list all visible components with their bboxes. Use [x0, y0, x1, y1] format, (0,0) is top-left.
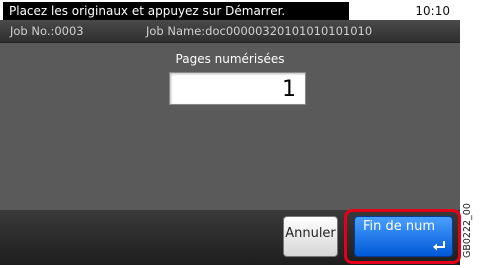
figure-id: GB0222_00	[462, 203, 473, 258]
job-info-bar: Job No.:0003 Job Name:doc000003201010101…	[0, 20, 460, 43]
job-name: Job Name:doc00000320101010101010	[146, 24, 373, 38]
pages-scanned-counter: 1	[169, 72, 306, 105]
status-message: Placez les originaux et appuyez sur Déma…	[3, 2, 349, 20]
cancel-button-label: Annuler	[285, 226, 336, 241]
status-bar: Placez les originaux et appuyez sur Déma…	[0, 0, 460, 20]
pages-scanned-label: Pages numérisées	[175, 52, 285, 66]
clock: 10:10	[415, 4, 450, 18]
cancel-button[interactable]: Annuler	[283, 216, 338, 257]
finish-button-highlight	[344, 209, 461, 264]
job-number: Job No.:0003	[10, 24, 84, 38]
